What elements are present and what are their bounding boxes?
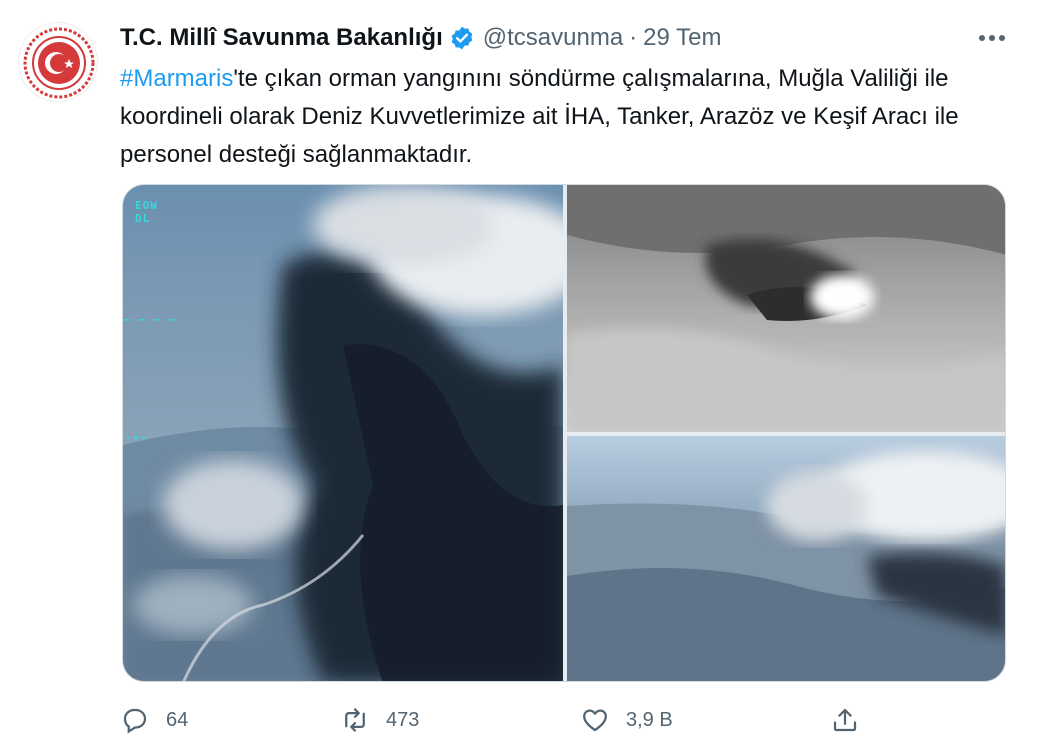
- like-button[interactable]: 3,9 B: [580, 700, 673, 740]
- action-bar: 64 473 3,9 B: [120, 700, 880, 740]
- ministry-emblem-icon: [23, 27, 95, 99]
- aerial-smoke-photo: [567, 451, 1005, 681]
- media-grid: EOW DL — — — — -+-: [122, 184, 1006, 682]
- handle[interactable]: @tcsavunma: [483, 24, 623, 52]
- tweet-text: #Marmaris'te çıkan orman yangınını söndü…: [120, 60, 1020, 174]
- retweet-icon: [345, 708, 365, 732]
- media-photo-3[interactable]: [567, 436, 1005, 681]
- reply-button[interactable]: 64: [120, 700, 188, 740]
- more-dots-icon: [979, 35, 1005, 41]
- retweet-button[interactable]: 473: [340, 700, 419, 740]
- heart-icon: [583, 709, 607, 732]
- share-icon: [833, 708, 857, 732]
- avatar[interactable]: [18, 22, 98, 102]
- retweet-count: 473: [386, 708, 420, 731]
- display-name[interactable]: T.C. Millî Savunma Bakanlığı: [120, 24, 443, 52]
- separator-dot: ·: [629, 24, 638, 51]
- tweet-header: T.C. Millî Savunma Bakanlığı @tcsavunma …: [120, 20, 1020, 56]
- hud-crosshair: -+-: [125, 431, 148, 444]
- hashtag-link[interactable]: #Marmaris: [120, 65, 233, 92]
- like-count: 3,9 B: [626, 708, 673, 731]
- media-photo-1[interactable]: EOW DL — — — — -+-: [123, 185, 563, 681]
- timestamp[interactable]: 29 Tem: [643, 24, 721, 52]
- hud-marker: — — — —: [123, 313, 177, 326]
- reply-icon: [123, 708, 147, 734]
- thermal-view-photo: [567, 185, 1005, 432]
- reply-count: 64: [166, 708, 189, 731]
- hud-label: EOW DL: [135, 199, 158, 225]
- more-button[interactable]: [974, 24, 1010, 52]
- tweet-body: 'te çıkan orman yangınını söndürme çalış…: [120, 65, 959, 168]
- verified-badge-icon: [451, 26, 473, 50]
- fire-aerial-photo: [123, 185, 563, 681]
- media-photo-2[interactable]: [567, 185, 1005, 432]
- share-button[interactable]: [830, 700, 876, 740]
